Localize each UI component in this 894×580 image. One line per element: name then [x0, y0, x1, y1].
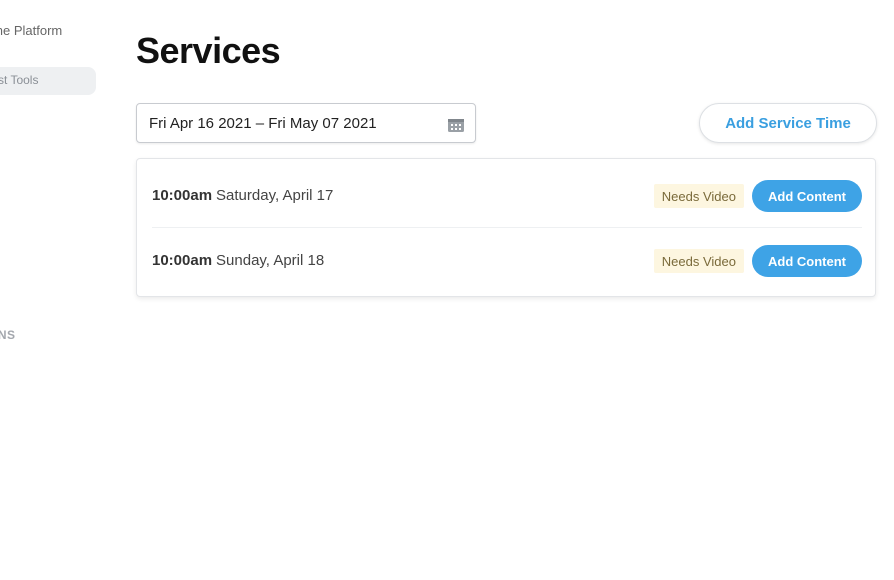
service-date: Saturday, April 17 [216, 186, 334, 204]
status-badge: Needs Video [653, 184, 744, 208]
sidebar-section-heading: ONS [0, 328, 16, 342]
date-range-picker[interactable]: Fri Apr 16 2021 – Fri May 07 2021 [136, 103, 476, 143]
add-content-button[interactable]: Add Content [752, 180, 862, 212]
service-date: Sunday, April 18 [216, 251, 325, 269]
services-list: 10:00am Saturday, April 17 Needs Video A… [136, 158, 876, 297]
sidebar-item-tools[interactable]: st Tools [0, 67, 96, 95]
calendar-icon[interactable] [447, 117, 465, 133]
service-row: 10:00am Saturday, April 17 Needs Video A… [152, 163, 862, 227]
add-content-button[interactable]: Add Content [752, 245, 862, 277]
service-time: 10:00am [152, 251, 213, 269]
service-row: 10:00am Sunday, April 18 Needs Video Add… [152, 228, 862, 292]
page-title: Services [136, 30, 281, 71]
sidebar-item-platform[interactable]: line Platform [0, 23, 62, 38]
date-range-value: Fri Apr 16 2021 – Fri May 07 2021 [149, 114, 377, 132]
sidebar: line Platform st Tools ONS [0, 0, 100, 580]
add-service-time-button[interactable]: Add Service Time [699, 103, 877, 143]
service-time: 10:00am [152, 186, 213, 204]
status-badge: Needs Video [653, 249, 744, 273]
